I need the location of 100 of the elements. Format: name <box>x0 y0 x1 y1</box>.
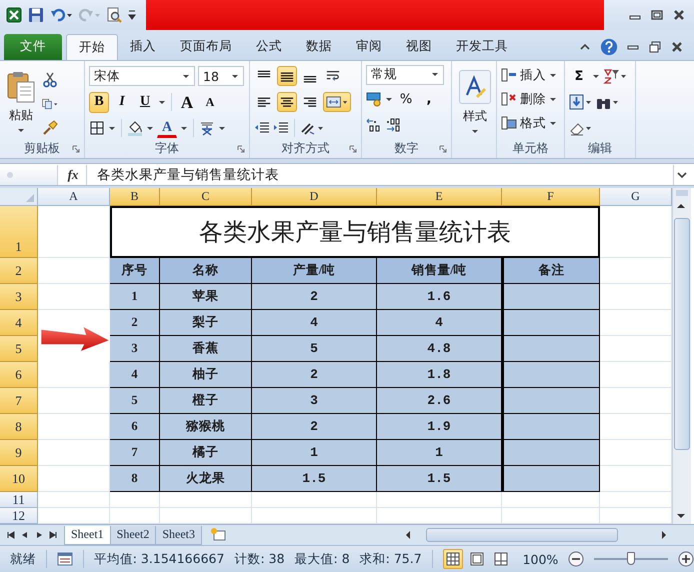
middle-align-icon[interactable] <box>277 66 297 86</box>
row-header[interactable]: 3 <box>0 284 38 310</box>
cells-menu-button[interactable]: 格式 <box>501 112 560 134</box>
grid-cell[interactable] <box>377 492 502 508</box>
number-format-field[interactable]: 常规 <box>366 64 444 85</box>
sheet-tab[interactable]: Sheet3 <box>155 526 202 545</box>
close-icon[interactable] <box>670 40 684 54</box>
normal-view-button[interactable] <box>442 549 463 570</box>
column-header[interactable]: F <box>502 188 600 206</box>
borders-icon[interactable] <box>89 120 105 136</box>
last-sheet-icon[interactable] <box>48 530 58 540</box>
dialog-launcher-icon[interactable] <box>237 144 245 153</box>
dialog-launcher-icon[interactable] <box>439 144 447 153</box>
ribbon-tab[interactable]: 文件 <box>4 34 62 60</box>
ribbon-tab[interactable]: 视图 <box>394 34 444 60</box>
fill-down-icon[interactable] <box>569 94 593 110</box>
restore-icon[interactable] <box>648 40 662 54</box>
column-header[interactable]: A <box>38 188 110 206</box>
zoom-level[interactable]: 100% <box>522 552 558 567</box>
grid-cell[interactable] <box>252 492 377 508</box>
caret-icon[interactable] <box>385 96 393 102</box>
grid-cell[interactable] <box>502 492 600 508</box>
caret-icon[interactable] <box>158 100 166 105</box>
previous-sheet-icon[interactable] <box>20 530 30 540</box>
styles-button[interactable]: 样式 <box>456 70 494 134</box>
ribbon-tab[interactable]: 开始 <box>66 34 118 60</box>
column-header[interactable]: D <box>252 188 377 206</box>
column-header[interactable]: C <box>160 188 252 206</box>
row-header[interactable]: 1 <box>0 206 38 258</box>
row-header[interactable]: 8 <box>0 414 38 440</box>
caret-icon[interactable] <box>218 126 226 131</box>
cells-menu-button[interactable]: 删除 <box>501 88 560 110</box>
row-header[interactable]: 4 <box>0 310 38 336</box>
close-icon[interactable] <box>672 8 686 22</box>
paste-button[interactable]: 粘贴 <box>4 69 38 136</box>
merge-center-button[interactable] <box>323 92 351 112</box>
font-size-field[interactable]: 18 <box>198 66 244 86</box>
cells-menu-button[interactable]: 插入 <box>501 64 560 86</box>
ribbon-tab[interactable]: 审阅 <box>344 34 394 60</box>
sheet-tab[interactable]: Sheet2 <box>110 526 156 545</box>
row-header[interactable]: 7 <box>0 388 38 414</box>
font-color-button[interactable]: A <box>157 118 177 138</box>
print-preview-icon[interactable] <box>106 7 122 23</box>
row-header[interactable]: 10 <box>0 466 38 492</box>
autosum-button[interactable]: Σ <box>569 66 589 87</box>
ribbon-tab[interactable]: 插入 <box>118 34 168 60</box>
sort-filter-icon[interactable] <box>603 68 627 84</box>
sheet-tab[interactable]: Sheet1 <box>64 526 111 545</box>
center-align-icon[interactable] <box>277 92 297 112</box>
scroll-thumb[interactable] <box>674 218 690 450</box>
formula-input[interactable]: 各类水果产量与销售量统计表 <box>86 164 673 185</box>
dialog-launcher-icon[interactable] <box>349 144 357 153</box>
vertical-scrollbar[interactable] <box>672 188 691 524</box>
caret-icon[interactable] <box>180 126 188 131</box>
shrink-button[interactable]: A <box>200 92 220 113</box>
grid-cell[interactable] <box>110 492 160 508</box>
ribbon-tab[interactable]: 页面布局 <box>168 34 244 60</box>
column-header[interactable]: E <box>377 188 502 206</box>
zoom-in-icon[interactable] <box>678 551 694 568</box>
zoom-out-icon[interactable] <box>568 551 584 568</box>
spreadsheet-icon[interactable] <box>6 7 22 23</box>
scissors-icon[interactable] <box>42 72 58 88</box>
row-header[interactable]: 5 <box>0 336 38 362</box>
increase-decimal-icon[interactable] <box>366 117 382 134</box>
row-header[interactable]: 2 <box>0 258 38 284</box>
bold-button[interactable]: B <box>89 92 109 113</box>
decrease-decimal-icon[interactable] <box>385 117 401 134</box>
column-header[interactable]: B <box>110 188 160 206</box>
help-icon[interactable] <box>600 38 618 56</box>
first-sheet-icon[interactable] <box>6 530 16 540</box>
grid-cell[interactable] <box>38 492 110 508</box>
caret-icon[interactable] <box>108 126 116 131</box>
scroll-thumb[interactable] <box>426 528 618 542</box>
caret-icon[interactable] <box>592 74 600 79</box>
currency-icon[interactable] <box>366 91 382 108</box>
ribbon-tab[interactable]: 公式 <box>244 34 294 60</box>
undo-icon[interactable] <box>50 7 72 23</box>
customize-caret-icon[interactable] <box>128 9 136 21</box>
italic-button[interactable]: I <box>112 92 132 113</box>
row-header[interactable]: 11 <box>0 492 38 508</box>
caret-icon[interactable] <box>146 126 154 131</box>
zoom-slider[interactable] <box>594 551 668 568</box>
format-painter-icon[interactable] <box>42 120 58 136</box>
row-header[interactable]: 12 <box>0 508 38 524</box>
row-header[interactable]: 9 <box>0 440 38 466</box>
ribbon-tab[interactable]: 开发工具 <box>444 34 520 60</box>
font-name-field[interactable]: 宋体 <box>89 66 195 86</box>
ribbon-tab[interactable]: 数据 <box>294 34 344 60</box>
save-icon[interactable] <box>28 7 44 23</box>
column-header[interactable]: G <box>600 188 672 206</box>
phonetic-icon[interactable] <box>199 120 215 136</box>
percent-button[interactable]: % <box>396 88 416 110</box>
fill-color-icon[interactable] <box>127 120 143 136</box>
macro-record-icon[interactable] <box>56 551 73 568</box>
row-header[interactable]: 6 <box>0 362 38 388</box>
insert-function-button[interactable]: fx <box>60 166 86 183</box>
grow-button[interactable]: A <box>177 92 197 113</box>
dialog-launcher-icon[interactable] <box>72 144 80 153</box>
next-sheet-icon[interactable] <box>34 530 44 540</box>
restore-icon[interactable] <box>650 8 664 22</box>
